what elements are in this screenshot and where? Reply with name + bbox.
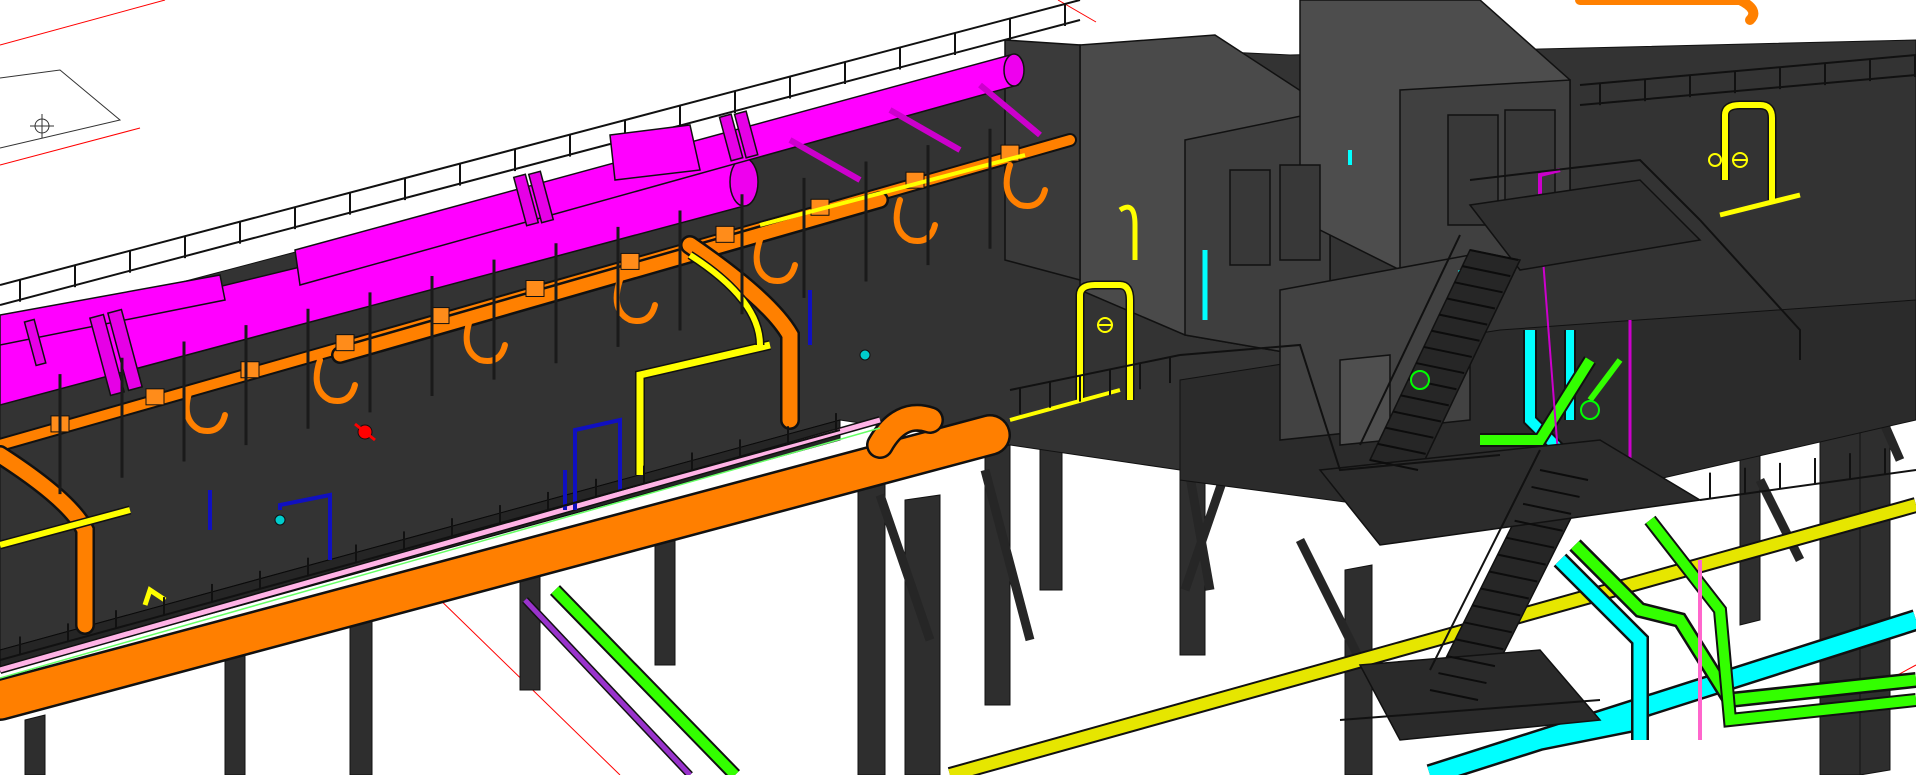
vessel-head xyxy=(1003,53,1025,87)
pipe-rack-3d-model[interactable] xyxy=(0,0,1916,775)
valve-icon xyxy=(274,514,286,526)
column xyxy=(654,539,676,666)
yard-pipes xyxy=(522,497,1916,775)
orange-valve-body xyxy=(430,307,450,325)
column xyxy=(24,714,46,775)
column xyxy=(1039,434,1063,591)
vessel-saddle-box xyxy=(609,124,701,181)
orange-valve-body xyxy=(715,225,735,243)
gridline xyxy=(0,127,141,166)
column xyxy=(519,569,541,691)
equipment-door xyxy=(1229,169,1271,266)
equipment-door xyxy=(1279,164,1321,261)
orange-valve-body xyxy=(335,334,355,352)
gridline xyxy=(0,0,166,46)
column xyxy=(224,654,246,775)
model-viewport[interactable] xyxy=(0,0,1916,775)
orange-valve-body xyxy=(240,361,260,379)
orange-valve-body xyxy=(620,252,640,270)
orange-top-header xyxy=(1575,0,1759,25)
vessel-head xyxy=(729,157,759,207)
valve-icon xyxy=(1410,370,1430,390)
reference-markers xyxy=(0,69,122,149)
column xyxy=(349,619,373,775)
plot-boundary xyxy=(0,69,122,149)
valve-icon xyxy=(1580,400,1600,420)
green-yard-pipe xyxy=(551,586,739,775)
valve-icon xyxy=(859,349,871,361)
column xyxy=(904,494,941,775)
orange-valve-body xyxy=(525,280,545,297)
orange-valve-body xyxy=(145,388,165,406)
